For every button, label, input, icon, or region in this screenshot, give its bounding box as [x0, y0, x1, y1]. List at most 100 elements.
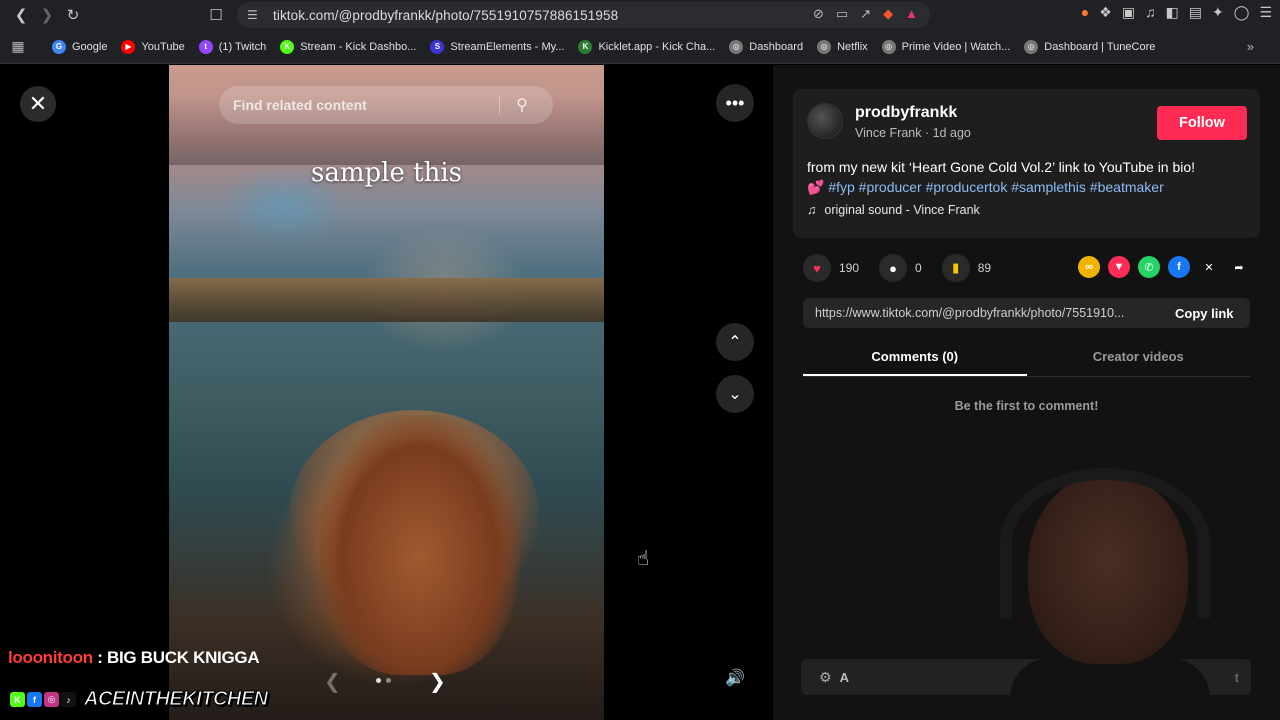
copy-link-button[interactable]: Copy link — [1175, 306, 1234, 321]
avatar[interactable] — [807, 103, 843, 139]
back-icon[interactable]: ❮ — [8, 2, 34, 28]
tab-creator-videos[interactable]: Creator videos — [1027, 345, 1251, 376]
cast-icon[interactable]: ▭ — [836, 6, 848, 22]
heart-icon[interactable]: ♥ — [803, 254, 831, 282]
url-text[interactable]: tiktok.com/@prodbyfrankk/photo/755191075… — [273, 8, 618, 23]
comment-button[interactable]: ● 0 — [879, 254, 922, 282]
close-icon[interactable]: ✕ — [20, 86, 56, 122]
bookmark-icon[interactable]: ☐ — [203, 2, 229, 28]
bookmark-item[interactable]: ▶ YouTube — [121, 39, 185, 54]
post-comment-button[interactable]: t — [1235, 670, 1239, 685]
puzzle-icon[interactable]: ❖ — [1099, 4, 1112, 21]
carousel-prev-icon[interactable]: ❮ — [324, 669, 341, 694]
sidebar-icon[interactable]: ◧ — [1166, 4, 1179, 21]
bookmark-favicon-icon: ◎ — [881, 39, 896, 54]
carousel-dot[interactable] — [386, 678, 391, 683]
leo-icon[interactable]: ✦ — [1212, 4, 1224, 21]
apps-grid-icon[interactable]: ▦ — [0, 38, 36, 55]
site-settings-icon[interactable]: ☰ — [247, 8, 263, 22]
social-brand-icon: f — [27, 692, 42, 707]
facebook-icon[interactable]: f — [1168, 256, 1190, 278]
bookmark-label: StreamElements - My... — [450, 40, 565, 53]
wallet-icon[interactable]: ▤ — [1189, 4, 1202, 21]
brave-shield-icon[interactable]: ◆ — [883, 6, 893, 22]
bookmark-favicon-icon: ◎ — [817, 39, 832, 54]
bookmark-icon[interactable]: ▮ — [941, 254, 970, 282]
no-camera-icon[interactable]: ⊘ — [813, 6, 824, 22]
related-search-bar[interactable]: ⚲ — [219, 86, 553, 124]
media-viewer: ✕ ⚲ sample this ❮ ❯ ••• ⌃ ⌄ 🔊 ☝ — [0, 65, 773, 720]
bookmark-item[interactable]: ◎ Netflix — [817, 39, 868, 54]
bookmark-item[interactable]: K Kicklet.app - Kick Cha... — [578, 39, 715, 54]
share-icon[interactable]: ↗ — [860, 6, 871, 22]
bookmark-favicon-icon: K — [280, 39, 295, 54]
add-comment-label[interactable]: A — [840, 670, 849, 685]
bookmarks-bar: ▦ G Google ▶ YouTube t (1) Twitch K Stream - Ki… — [0, 30, 1280, 64]
search-icon[interactable]: ⚲ — [500, 95, 544, 115]
related-search-input[interactable] — [219, 97, 499, 113]
follow-button[interactable]: Follow — [1157, 106, 1247, 140]
bookmark-favicon-icon: ◎ — [1024, 39, 1039, 54]
sound-link[interactable]: ♫ original sound - Vince Frank — [807, 203, 980, 217]
chat-separator: : — [92, 648, 108, 667]
bookmark-favicon-icon: ◎ — [729, 39, 744, 54]
vpn-icon[interactable]: ◯ — [1234, 4, 1250, 21]
screenshot-icon[interactable]: ▣ — [1122, 4, 1135, 21]
headphones — [1000, 468, 1210, 618]
empty-comments-message: Be the first to comment! — [954, 399, 1099, 413]
social-brand-icon: K — [10, 692, 25, 707]
post-photo[interactable]: ⚲ sample this ❮ ❯ — [169, 65, 604, 720]
favorite-button[interactable]: ▮ 89 — [941, 254, 991, 282]
whatsapp-icon[interactable]: ✆ — [1138, 256, 1160, 278]
bookmark-label: YouTube — [141, 40, 185, 53]
previous-post-icon[interactable]: ⌃ — [716, 323, 754, 361]
post-link[interactable]: https://www.tiktok.com/@prodbyfrankk/pho… — [815, 306, 1157, 320]
embed-share-icon[interactable]: ∞ — [1078, 256, 1100, 278]
separator: · — [924, 126, 930, 140]
comment-icon[interactable]: ● — [879, 254, 908, 282]
bookmark-item[interactable]: K Stream - Kick Dashbo... — [280, 39, 416, 54]
like-count: 190 — [839, 261, 860, 275]
social-brand-icon: ♪ — [61, 692, 76, 707]
bookmark-favicon-icon: K — [578, 39, 593, 54]
tab-comments[interactable]: Comments (0) — [803, 345, 1027, 376]
more-share-icon[interactable]: ➦ — [1228, 256, 1250, 278]
username[interactable]: prodbyfrankk — [855, 104, 957, 122]
send-share-icon[interactable]: ▼ — [1108, 256, 1130, 278]
bookmark-item[interactable]: S StreamElements - My... — [430, 39, 565, 54]
bookmark-item[interactable]: ◎ Dashboard | TuneCore — [1024, 39, 1156, 54]
reload-icon[interactable]: ↻ — [60, 2, 86, 28]
sound-name[interactable]: original sound - Vince Frank — [824, 203, 979, 217]
more-options-icon[interactable]: ••• — [716, 84, 754, 122]
next-post-icon[interactable]: ⌄ — [716, 375, 754, 413]
more-bookmarks-icon[interactable]: » — [1247, 39, 1254, 54]
carousel-dot[interactable] — [376, 678, 381, 683]
bookmark-item[interactable]: t (1) Twitch — [198, 39, 267, 54]
panel-tabs: Comments (0) Creator videos — [803, 345, 1250, 377]
menu-icon[interactable]: ☰ — [1259, 4, 1272, 21]
carousel-next-icon[interactable]: ❯ — [429, 669, 446, 694]
webcam-overlay — [1000, 458, 1210, 720]
brave-rewards-icon[interactable]: ▲ — [905, 6, 918, 22]
volume-icon[interactable]: 🔊 — [716, 659, 754, 697]
bookmark-item[interactable]: ◎ Dashboard — [729, 39, 804, 54]
address-bar[interactable]: ☰ tiktok.com/@prodbyfrankk/photo/7551910… — [237, 2, 930, 28]
channel-name: ACEINTHEKITCHEN — [84, 688, 269, 711]
bookmark-label: Dashboard — [749, 40, 804, 53]
mention-icon[interactable]: ⚙ — [819, 669, 832, 686]
extension-icon-orange[interactable]: ● — [1081, 4, 1089, 21]
post-age: 1d ago — [932, 126, 971, 140]
share-row: ∞ ▼ ✆ f ✕ ➦ — [1078, 256, 1250, 278]
bookmark-label: (1) Twitch — [218, 40, 267, 53]
hashtags[interactable]: #fyp #producer #producertok #samplethis … — [828, 179, 1163, 195]
bookmark-label: Dashboard | TuneCore — [1044, 40, 1156, 53]
like-button[interactable]: ♥ 190 — [803, 254, 859, 282]
bookmark-favicon-icon: ▶ — [121, 39, 136, 54]
forward-icon[interactable]: ❯ — [34, 2, 60, 28]
bookmark-item[interactable]: ◎ Prime Video | Watch... — [881, 39, 1010, 54]
display-name: Vince Frank — [855, 126, 922, 140]
bookmark-item[interactable]: G Google — [52, 39, 107, 54]
music-icon[interactable]: ♫ — [1145, 4, 1156, 21]
x-icon[interactable]: ✕ — [1198, 256, 1220, 278]
chat-text: BIG BUCK KNIGGA — [107, 648, 260, 667]
